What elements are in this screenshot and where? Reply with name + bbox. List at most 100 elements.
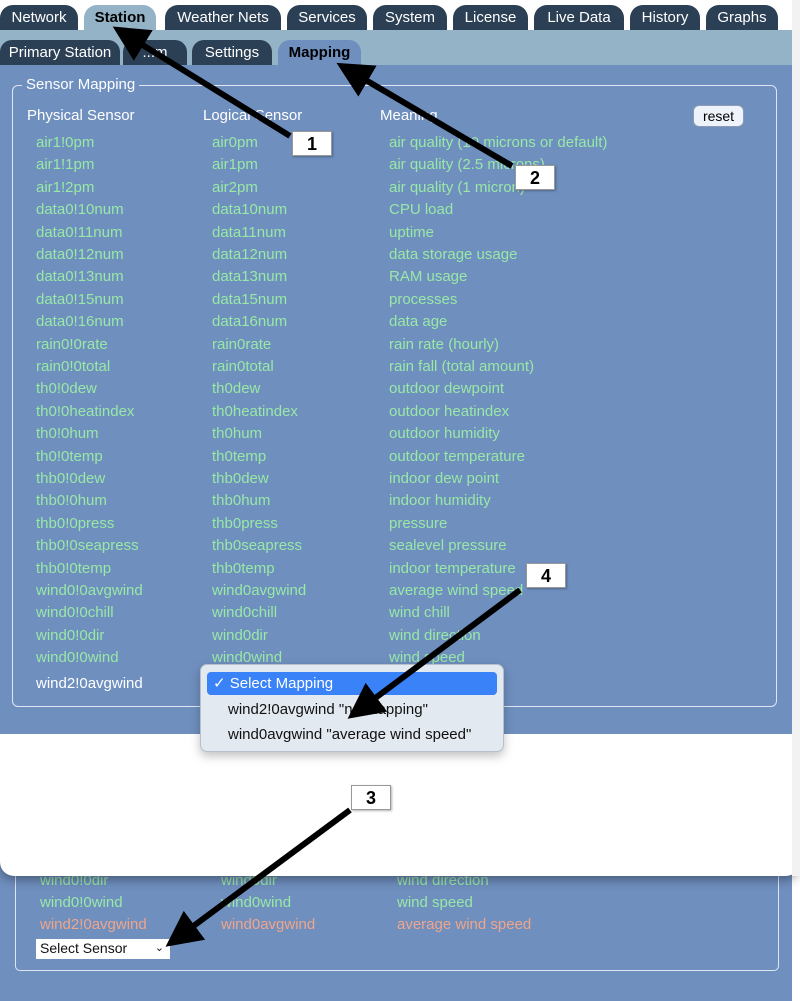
sensor-meaning: rain rate (hourly) [389, 335, 500, 353]
logical-sensor: thb0dew [212, 470, 269, 487]
callout-3: 3 [351, 785, 391, 810]
sensor-meaning: processes [389, 290, 458, 308]
mapping-row: data0!16num data16num data age [0, 310, 792, 332]
sensor-meaning: rain fall (total amount) [389, 358, 535, 375]
mapping-row: rain0!0rate rain0rate rain rate (hourly) [0, 333, 792, 355]
physical-sensor: data0!16num [36, 313, 124, 331]
logical-sensor: data11num [212, 223, 286, 241]
physical-sensor: th0!0heatindex [36, 402, 135, 420]
physical-sensor: air1!1pm [36, 156, 95, 174]
background-row: wind0!0wind wind0wind wind speed [0, 892, 792, 914]
sensor-meaning: indoor humidity [389, 492, 491, 510]
mapping-row: th0!0dew th0dew outdoor dewpoint [0, 377, 792, 399]
tab-history[interactable]: History [630, 5, 700, 31]
mapping-row: rain0!0total rain0total rain fall (total a… [0, 355, 792, 377]
physical-sensor: data0!12num [36, 246, 124, 263]
mapping-row: data0!10num data10num CPU load [0, 198, 792, 220]
sensor-meaning: outdoor heatindex [389, 402, 510, 420]
sensor-meaning: air quality (10 microns or default) [389, 134, 608, 151]
physical-sensor: wind0!0wind [36, 649, 119, 667]
option-no-mapping[interactable]: wind2!0avgwind "no mapping" [207, 698, 497, 721]
sensor-meaning: pressure [389, 514, 448, 532]
logical-sensor: th0dew [212, 380, 261, 398]
logical-sensor: data15num [212, 290, 288, 308]
logical-sensor: air1pm [212, 156, 258, 174]
logical-sensor: th0heatindex [212, 402, 298, 420]
callout-1: 1 [292, 131, 332, 156]
option-label: wind0avgwind "average wind speed" [228, 726, 472, 743]
physical-sensor: rain0!0rate [36, 335, 108, 353]
tab-weather-nets[interactable]: Weather Nets [165, 5, 281, 31]
sensor-meaning: average wind speed [397, 916, 532, 933]
tab-services[interactable]: Services [287, 5, 367, 31]
physical-sensor: thb0!0temp [36, 559, 112, 577]
subtab-primary-station[interactable]: Primary Station [0, 40, 120, 65]
sensor-meaning: wind direction [389, 626, 481, 644]
tab-network[interactable]: Network [0, 5, 78, 31]
select-sensor-label: Select Sensor [40, 940, 128, 956]
physical-sensor: thb0!0dew [36, 470, 106, 487]
sensor-meaning: indoor dew point [389, 470, 500, 487]
sensor-meaning: uptime [389, 223, 435, 241]
subtab-settings[interactable]: Settings [192, 40, 272, 65]
mapping-dropdown-menu: ✓ Select Mapping wind2!0avgwind "no mapp… [200, 664, 504, 752]
physical-sensor: wind0!0wind [40, 894, 123, 911]
logical-sensor: data16num [212, 313, 288, 331]
logical-sensor: th0temp [212, 447, 267, 465]
mapping-row: data0!11num data11num uptime [0, 221, 792, 243]
select-sensor-dropdown[interactable]: Select Sensor ⌄ [36, 939, 170, 959]
physical-sensor: rain0!0total [36, 358, 111, 375]
sensor-meaning: data age [389, 313, 448, 331]
sensor-meaning: indoor temperature [389, 559, 516, 577]
option-label: wind2!0avgwind "no mapping" [228, 701, 428, 718]
mapping-row: air1!2pm air2pm air quality (1 micron) [0, 176, 792, 198]
header-physical-sensor: Physical Sensor [27, 107, 135, 124]
tab-license[interactable]: License [453, 5, 528, 31]
sensor-meaning: average wind speed [389, 582, 524, 599]
logical-sensor: th0hum [212, 425, 263, 443]
mapping-row: thb0!0press thb0press pressure [0, 512, 792, 534]
check-icon: ✓ [213, 675, 226, 692]
tab-station[interactable]: Station [84, 5, 156, 31]
option-label: Select Mapping [229, 675, 334, 692]
physical-sensor: thb0!0press [36, 514, 115, 532]
sensor-meaning: RAM usage [389, 268, 468, 286]
reset-button[interactable]: reset [693, 105, 744, 127]
mapping-row: air1!0pm air0pm air quality (10 microns or… [0, 131, 792, 153]
physical-sensor: air1!2pm [36, 178, 95, 196]
option-average-wind-speed[interactable]: wind0avgwind "average wind speed" [207, 723, 497, 746]
mapping-row: th0!0heatindex th0heatindex outdoor heatin… [0, 400, 792, 422]
physical-sensor: data0!10num [36, 201, 124, 219]
logical-sensor: data13num [212, 268, 288, 286]
mapping-row: wind0!0chill wind0chill wind chill [0, 601, 792, 623]
logical-sensor: wind0chill [212, 604, 278, 622]
chevron-down-icon: ⌄ [154, 942, 164, 954]
tab-graphs[interactable]: Graphs [706, 5, 778, 31]
tab-system[interactable]: System [373, 5, 447, 31]
subtab-mapping[interactable]: Mapping [278, 40, 361, 65]
mapping-row: thb0!0dew thb0dew indoor dew point [0, 467, 792, 489]
logical-sensor: wind0dir [212, 626, 268, 644]
physical-sensor: wind0!0avgwind [36, 582, 143, 599]
mapping-row: thb0!0seapress thb0seapress sealevel press… [0, 534, 792, 556]
subtab-hidden[interactable]: ...m [123, 40, 187, 65]
physical-sensor: thb0!0seapress [36, 537, 139, 555]
tab-live-data[interactable]: Live Data [534, 5, 624, 31]
sensor-meaning: wind speed [397, 894, 473, 911]
logical-sensor: air2pm [212, 178, 258, 196]
mapping-row: th0!0hum th0hum outdoor humidity [0, 422, 792, 444]
header-logical-sensor: Logical Sensor [203, 107, 303, 124]
mapping-row: thb0!0hum thb0hum indoor humidity [0, 489, 792, 511]
physical-sensor: wind0!0dir [36, 626, 105, 644]
callout-2: 2 [515, 165, 555, 190]
option-select-mapping[interactable]: ✓ Select Mapping [207, 672, 497, 695]
sensor-meaning: outdoor dewpoint [389, 380, 505, 398]
logical-sensor: wind0wind [221, 894, 292, 911]
sensor-meaning: outdoor humidity [389, 425, 500, 443]
physical-sensor: data0!15num [36, 290, 124, 308]
mapping-row: wind0!0dir wind0dir wind direction [0, 624, 792, 646]
physical-sensor: th0!0dew [36, 380, 97, 398]
physical-sensor: th0!0temp [36, 447, 103, 465]
sensor-meaning: sealevel pressure [389, 537, 507, 555]
main-tab-bar: Network Station Weather Nets Services Sy… [0, 0, 792, 31]
